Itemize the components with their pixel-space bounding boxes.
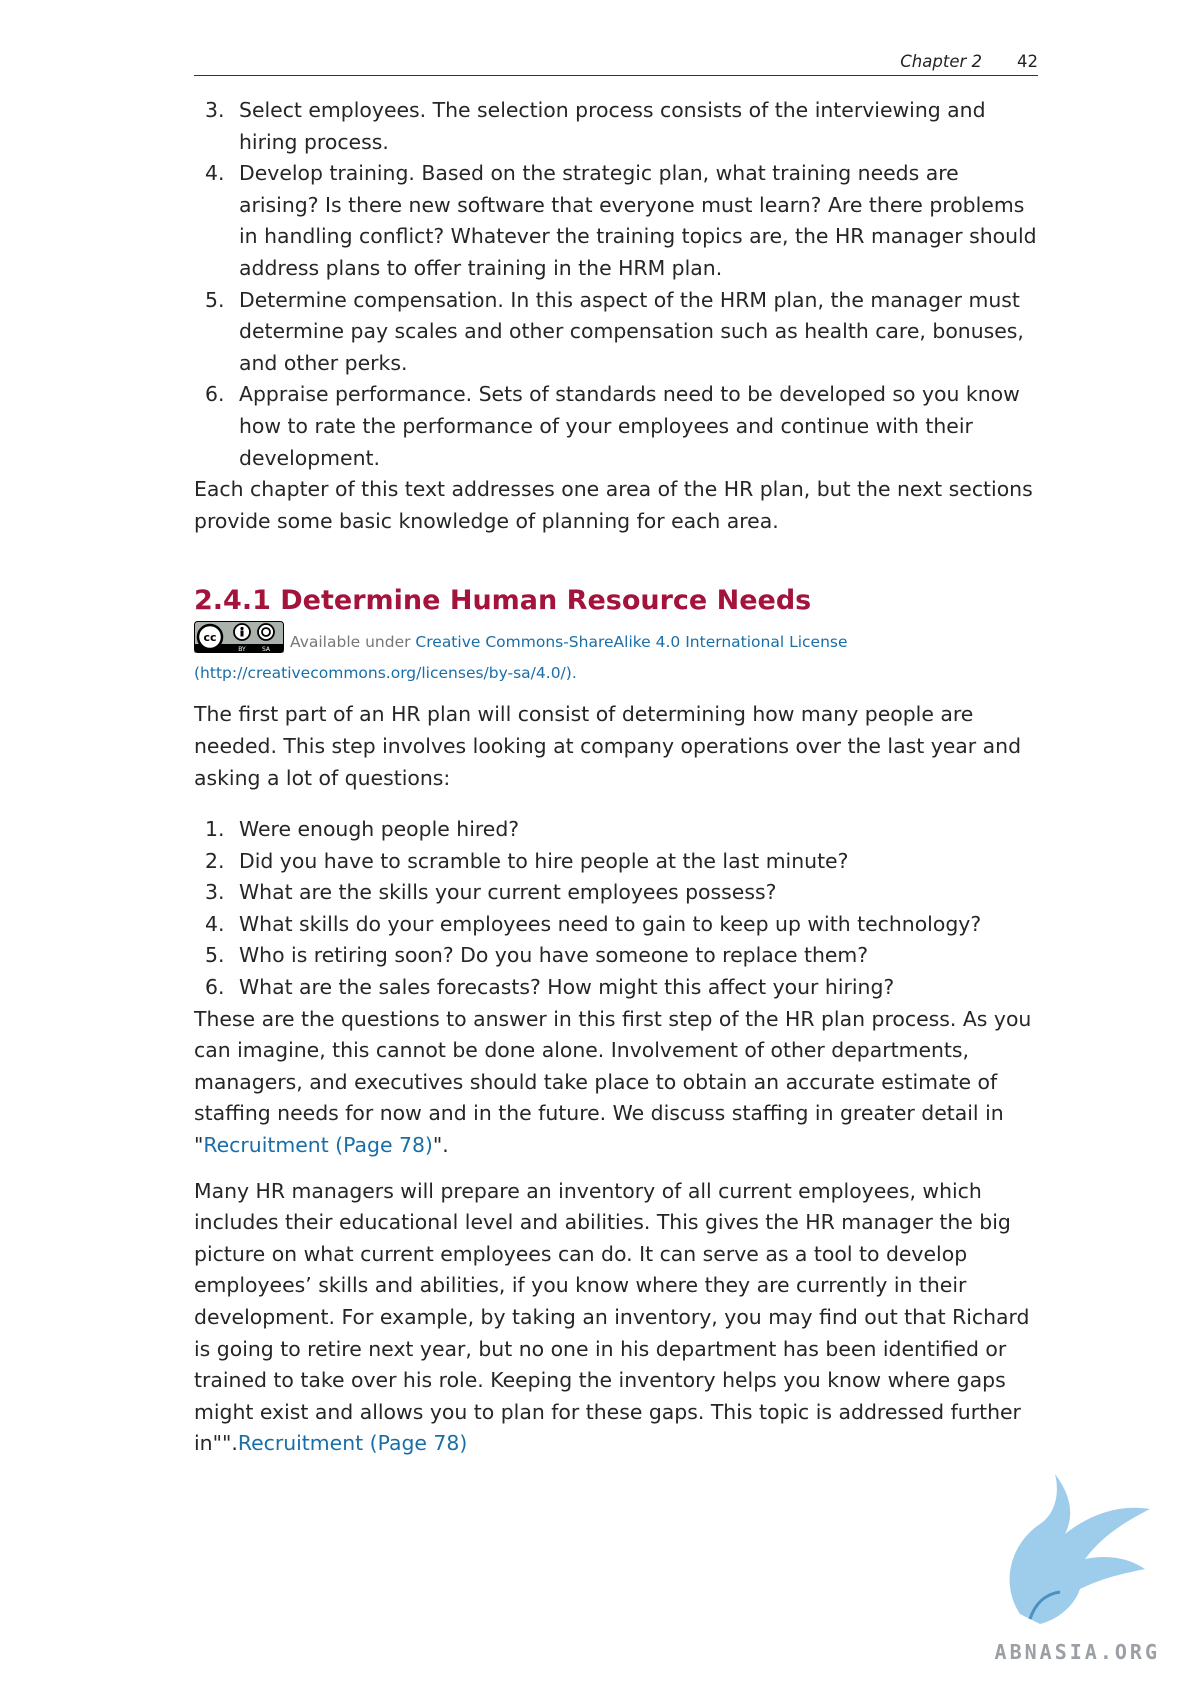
list-item-text: What are the skills your current employe… [239, 880, 777, 905]
license-prefix: Available under [290, 633, 416, 652]
list-item-text: What are the sales forecasts? How might … [239, 975, 895, 1000]
cc-by-sa-badge-icon: cc BY SA [194, 621, 284, 654]
list-item-number: 4. [205, 911, 225, 936]
page-header: Chapter 2 42 [194, 48, 1038, 76]
numbered-list-steps: 3. Select employees. The selection proces… [194, 95, 1044, 474]
list-item-number: 2. [205, 848, 225, 873]
numbered-list-questions: 1. Were enough people hired? 2. Did you hav… [194, 814, 1044, 1004]
list-item: 6. Appraise performance. Sets of standard… [194, 379, 1044, 474]
page-number: 42 [1017, 52, 1038, 71]
list-item-text: Develop training. Based on the strategic… [239, 161, 1037, 280]
license-link[interactable]: Creative Commons-ShareAlike 4.0 Internat… [415, 633, 847, 651]
list-item-number: 6. [205, 975, 225, 1000]
list-item: 3. What are the skills your current emplo… [194, 877, 1044, 909]
list-item-text: Were enough people hired? [239, 817, 520, 842]
license-url-link[interactable]: (http://creativecommons.org/licenses/by-… [194, 664, 577, 682]
recruitment-link[interactable]: Recruitment (Page 78) [203, 1133, 432, 1157]
badge-sa-text: SA [262, 646, 271, 653]
license-notice: cc BY SA Available under Creative Common… [194, 621, 1044, 689]
list-item: 4. Develop training. Based on the strateg… [194, 158, 1044, 284]
watermark: ABNASIA.ORG [960, 1464, 1160, 1664]
list-item: 5. Determine compensation. In this aspect… [194, 285, 1044, 380]
badge-cc-text: cc [203, 631, 216, 644]
list-item-number: 1. [205, 817, 225, 842]
paragraph-chapter-overview: Each chapter of this text addresses one … [194, 477, 1033, 533]
paragraph-intro-questions: The first part of an HR plan will consis… [194, 702, 1022, 790]
chapter-label: Chapter 2 [900, 52, 982, 71]
paragraph-inventory-text: Many HR managers will prepare an invento… [194, 1178, 1030, 1456]
list-item-number: 5. [205, 287, 225, 312]
list-item-number: 5. [205, 943, 225, 968]
paragraph-staffing: These are the questions to answer in thi… [194, 1004, 1044, 1162]
paragraph-inventory: Many HR managers will prepare an invento… [194, 1176, 1044, 1460]
list-item-text: Appraise performance. Sets of standards … [239, 382, 1020, 470]
list-item: 4. What skills do your employees need to … [194, 909, 1044, 941]
section-heading: 2.4.1 Determine Human Resource Needs [194, 585, 812, 617]
paragraph-staffing-suffix: ". [432, 1133, 449, 1158]
list-item-text: What skills do your employees need to ga… [239, 911, 982, 936]
list-item-number: 3. [205, 880, 225, 905]
list-item-text: Did you have to scramble to hire people … [239, 848, 849, 873]
list-item-text: Determine compensation. In this aspect o… [239, 287, 1024, 375]
badge-by-text: BY [238, 646, 246, 653]
list-item-number: 6. [205, 382, 225, 407]
list-item: 3. Select employees. The selection proces… [194, 95, 1044, 158]
list-item: 2. Did you have to scramble to hire peopl… [194, 846, 1044, 878]
page-content: 3. Select employees. The selection proces… [194, 95, 1044, 1474]
list-item: 1. Were enough people hired? [194, 814, 1044, 846]
griffin-logo-icon [1009, 1474, 1150, 1624]
list-item: 6. What are the sales forecasts? How migh… [194, 972, 1044, 1004]
watermark-text: ABNASIA.ORG [994, 1640, 1160, 1664]
list-item: 5. Who is retiring soon? Do you have some… [194, 940, 1044, 972]
list-item-text: Select employees. The selection process … [239, 98, 986, 154]
list-item-number: 3. [205, 98, 225, 122]
list-item-text: Who is retiring soon? Do you have someon… [239, 943, 869, 968]
recruitment-link-2[interactable]: Recruitment (Page 78) [238, 1431, 467, 1455]
list-item-number: 4. [205, 161, 225, 186]
